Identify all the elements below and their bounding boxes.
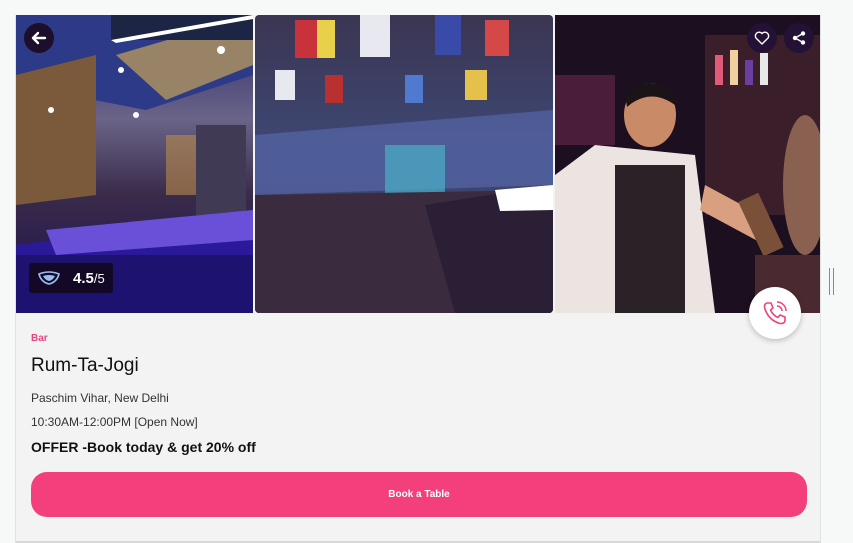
photo-gallery[interactable]: 4.5/5 bbox=[16, 15, 820, 313]
gallery-photo-dining-hall[interactable] bbox=[255, 15, 553, 313]
phone-call-icon bbox=[763, 301, 787, 325]
share-icon bbox=[792, 31, 806, 45]
venue-location: Paschim Vihar, New Delhi bbox=[31, 391, 169, 405]
favorite-button[interactable] bbox=[747, 23, 777, 53]
category-label: Bar bbox=[31, 333, 48, 344]
share-button[interactable] bbox=[784, 23, 814, 53]
restaurant-card: 4.5/5 Bar Rum-Ta-Jogi Paschim Vihar, New… bbox=[15, 15, 821, 543]
scrollbar-handle[interactable] bbox=[829, 268, 835, 295]
rating-badge: 4.5/5 bbox=[29, 263, 113, 293]
back-button[interactable] bbox=[24, 23, 54, 53]
listing-info: Bar Rum-Ta-Jogi Paschim Vihar, New Delhi… bbox=[31, 333, 256, 455]
heart-icon bbox=[754, 31, 770, 45]
book-table-button[interactable]: Book a Table bbox=[31, 472, 807, 517]
venue-name: Rum-Ta-Jogi bbox=[31, 355, 139, 376]
gallery-photo-bartender[interactable] bbox=[555, 15, 820, 313]
back-arrow-icon bbox=[31, 31, 47, 45]
rating-logo-icon bbox=[38, 271, 60, 285]
call-button[interactable] bbox=[749, 287, 801, 339]
opening-hours: 10:30AM-12:00PM [Open Now] bbox=[31, 415, 198, 429]
offer-text: OFFER -Book today & get 20% off bbox=[31, 439, 256, 455]
rating-value: 4.5/5 bbox=[73, 269, 105, 287]
